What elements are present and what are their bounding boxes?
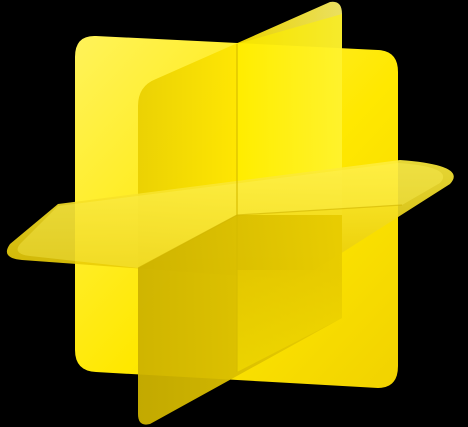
canvas [0,0,468,427]
three-planes-illustration [6,1,454,425]
